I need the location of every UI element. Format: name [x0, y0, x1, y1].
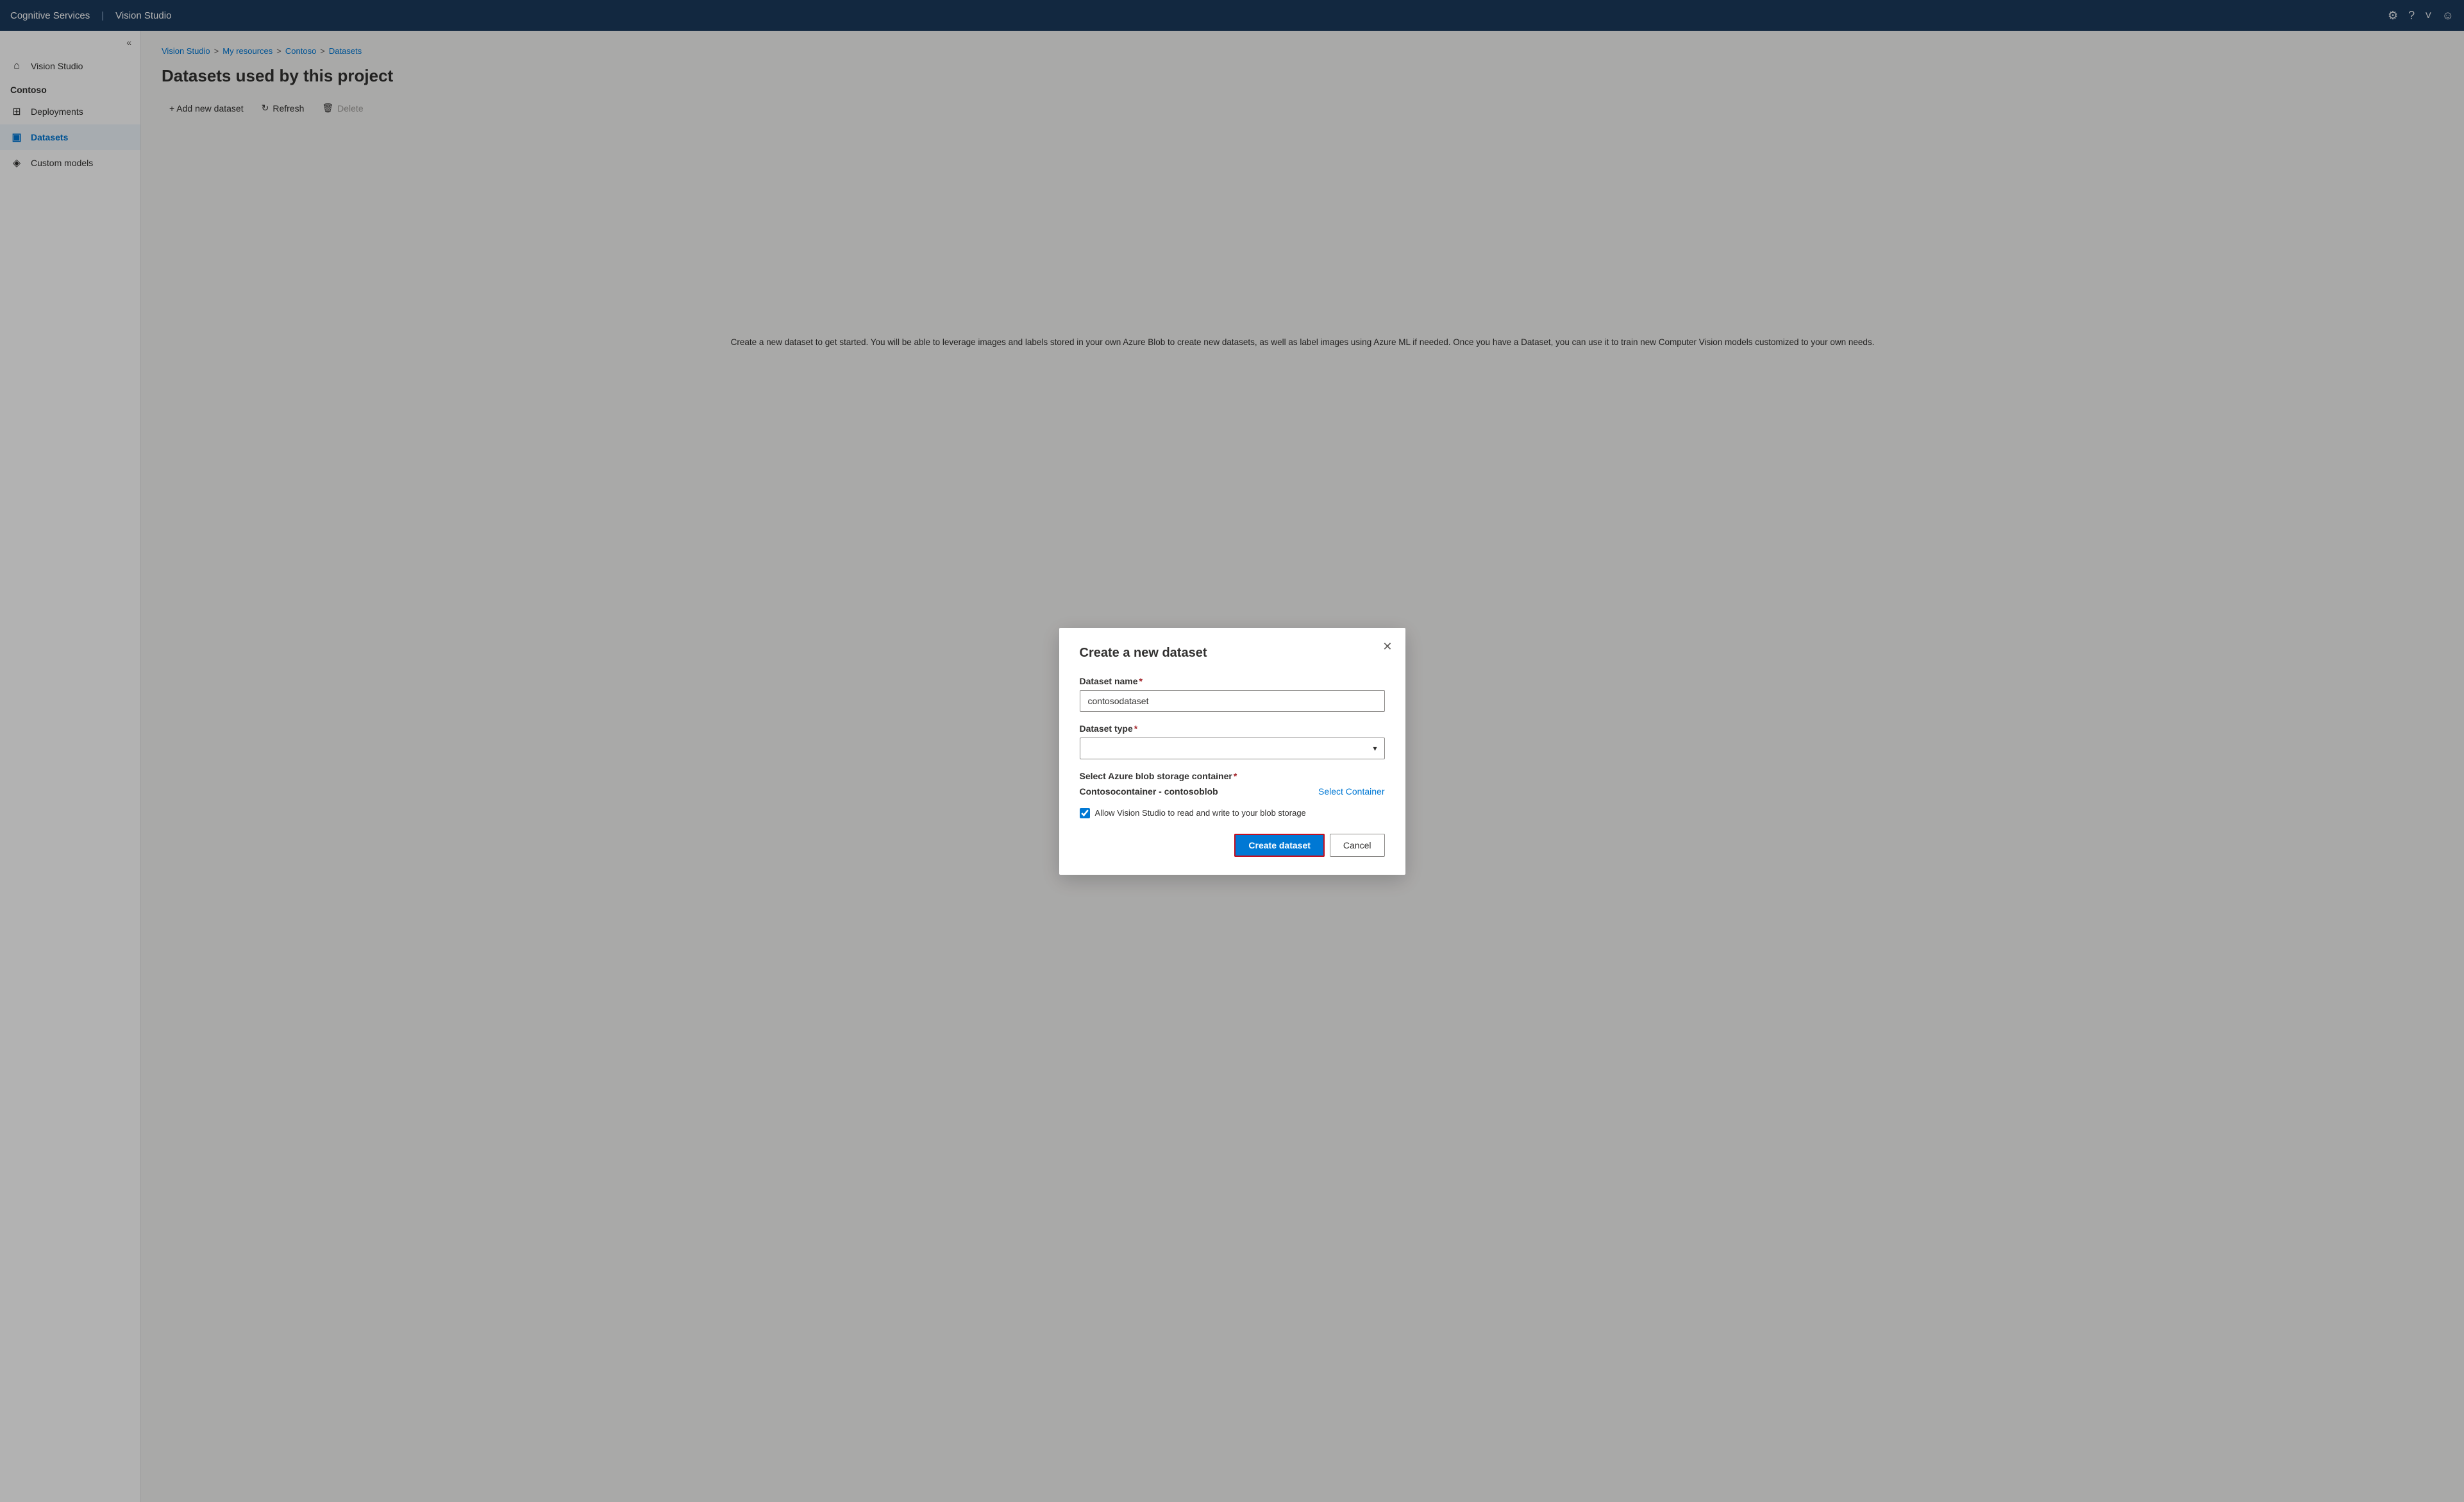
storage-container-name: Contosocontainer - contosoblob: [1080, 786, 1218, 797]
cancel-button[interactable]: Cancel: [1330, 834, 1385, 857]
dataset-name-group: Dataset name*: [1080, 676, 1385, 712]
create-dataset-dialog: Create a new dataset ✕ Dataset name* Dat…: [1059, 628, 1405, 875]
dialog-close-button[interactable]: ✕: [1380, 638, 1395, 655]
select-container-link[interactable]: Select Container: [1318, 786, 1385, 797]
dataset-type-select[interactable]: [1080, 738, 1385, 759]
storage-label-text: Select Azure blob storage container: [1080, 771, 1232, 781]
close-icon: ✕: [1382, 640, 1392, 653]
dataset-type-label: Dataset type*: [1080, 723, 1385, 734]
dialog-title: Create a new dataset: [1080, 646, 1385, 661]
modal-backdrop: Create a new dataset ✕ Dataset name* Dat…: [0, 0, 2464, 1502]
dialog-footer: Create dataset Cancel: [1080, 834, 1385, 857]
create-dataset-button[interactable]: Create dataset: [1234, 834, 1325, 857]
storage-group: Select Azure blob storage container* Con…: [1080, 771, 1385, 797]
checkbox-row: Allow Vision Studio to read and write to…: [1080, 808, 1385, 818]
dataset-name-required: *: [1139, 676, 1143, 686]
dataset-type-required: *: [1134, 723, 1137, 734]
blob-access-label: Allow Vision Studio to read and write to…: [1095, 808, 1306, 818]
dataset-name-label-text: Dataset name: [1080, 676, 1138, 686]
storage-required: *: [1234, 771, 1237, 781]
blob-access-checkbox[interactable]: [1080, 808, 1090, 818]
storage-label: Select Azure blob storage container*: [1080, 771, 1385, 781]
dataset-name-input[interactable]: [1080, 690, 1385, 712]
dataset-type-label-text: Dataset type: [1080, 723, 1133, 734]
storage-row: Contosocontainer - contosoblob Select Co…: [1080, 786, 1385, 797]
dataset-type-select-wrapper: ▾: [1080, 738, 1385, 759]
dataset-name-label: Dataset name*: [1080, 676, 1385, 686]
dataset-type-group: Dataset type* ▾: [1080, 723, 1385, 759]
